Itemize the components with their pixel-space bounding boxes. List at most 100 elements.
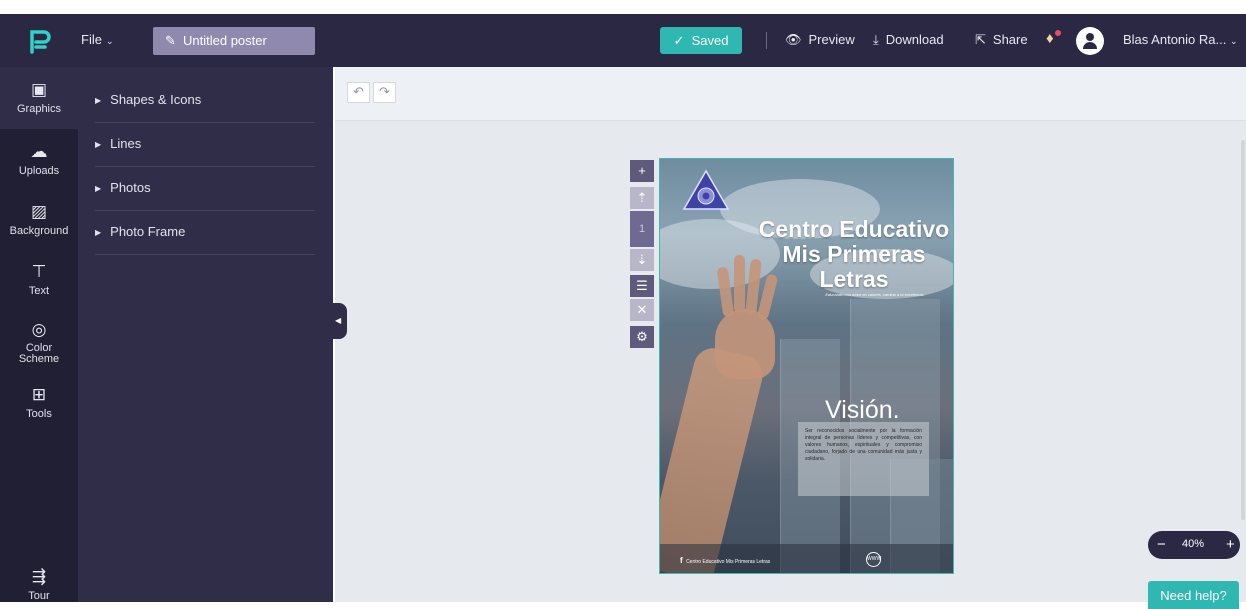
panel-item-shapes-icons[interactable]: ▶ Shapes & Icons [95, 79, 315, 123]
redo-icon: ↷ [379, 84, 390, 99]
redo-button[interactable]: ↷ [373, 82, 396, 103]
preview-button[interactable]: 👁 Preview [785, 32, 855, 48]
duplicate-icon: ☰ [636, 278, 648, 293]
nav-item-tools[interactable]: ⊞ Tools [0, 385, 78, 420]
check-icon: ✓ [673, 33, 685, 48]
nav-label: Background [9, 225, 69, 237]
share-icon: ⇱ [975, 32, 986, 47]
nav-item-background[interactable]: ▨ Background [0, 202, 78, 237]
poster-title[interactable]: Centro Educativo Mis Primeras Letras [756, 217, 952, 292]
signpost-icon: ⇶ [31, 567, 47, 586]
panel-item-photo-frame[interactable]: ▶ Photo Frame [95, 211, 315, 255]
facebook-icon: f [680, 556, 683, 565]
preview-label: Preview [808, 32, 855, 47]
page-number-label: 1 [638, 223, 646, 235]
nav-item-tour[interactable]: ⇶ Tour [0, 567, 78, 602]
page-settings-button[interactable]: ⚙ [630, 326, 654, 348]
caret-right-icon: ▶ [95, 96, 102, 105]
undo-button[interactable]: ↶ [347, 82, 370, 103]
saved-button[interactable]: ✓ Saved [660, 27, 742, 54]
nav-item-color-scheme[interactable]: ◎ Color Scheme [0, 320, 78, 365]
finger-shape [734, 255, 745, 313]
collapse-panel-handle[interactable]: ◀ [333, 303, 347, 339]
poster-footer-social-text: Centro Educativo Mis Primeras Letras [686, 559, 771, 565]
app-logo-icon[interactable] [29, 28, 51, 54]
page-number[interactable]: 1 [630, 211, 654, 247]
poster-tagline[interactable]: Educando con amor en valores, camino a l… [800, 292, 950, 297]
share-label: Share [992, 32, 1028, 47]
panel-item-photos[interactable]: ▶ Photos [95, 167, 315, 211]
zoom-level: 40% [1182, 538, 1205, 550]
share-button[interactable]: ⇱ Share [975, 32, 1028, 48]
caret-right-icon: ▶ [95, 228, 102, 237]
user-name: Blas Antonio Ra... [1123, 32, 1227, 47]
undo-icon: ↶ [353, 84, 364, 99]
saved-label: Saved [691, 33, 729, 48]
divider [766, 32, 767, 49]
download-button[interactable]: ⤓ Download [873, 32, 944, 48]
text-icon: ⊤ [31, 262, 47, 281]
nav-label: Tools [26, 408, 52, 420]
nav-item-graphics[interactable]: ▣ Graphics [0, 67, 78, 129]
zoom-in-button[interactable]: + [1226, 536, 1235, 553]
poster-vision-heading[interactable]: Visión. [825, 396, 900, 425]
arrow-up-icon: ⇡ [636, 190, 648, 205]
canvas-scrollbar[interactable] [1241, 140, 1245, 520]
poster-footer: f Centro Educativo Mis Primeras Letras W… [660, 544, 953, 573]
nav-item-text[interactable]: ⊤ Text [0, 262, 78, 297]
graphics-panel: ▶ Shapes & Icons ▶ Lines ▶ Photos ▶ Photo Fr… [78, 67, 333, 602]
nav-label: Color Scheme [18, 342, 60, 365]
need-help-label: Need help? [1160, 588, 1227, 603]
move-page-down-button[interactable]: ⇣ [630, 249, 654, 271]
need-help-button[interactable]: Need help? [1148, 581, 1239, 609]
add-page-button[interactable]: + [630, 160, 654, 182]
globe-icon[interactable]: WWW [866, 552, 881, 567]
panel-item-label: Shapes & Icons [110, 92, 202, 107]
download-icon: ⤓ [873, 32, 879, 47]
edit-toolbar: ↶ ↷ [335, 67, 1246, 121]
eye-icon: 👁 [785, 32, 802, 47]
caret-left-icon: ◀ [335, 316, 342, 325]
palette-icon: ◎ [31, 320, 47, 339]
plus-icon: + [638, 163, 646, 178]
globe-icon-label: WWW [867, 556, 882, 562]
nav-item-uploads[interactable]: ☁ Uploads [0, 142, 78, 177]
zoom-control: − 40% + [1148, 531, 1240, 559]
poster-vision-text[interactable]: Ser reconocidos socialmente por la forma… [798, 422, 929, 496]
panel-item-label: Photo Frame [110, 224, 186, 239]
nav-label: Text [28, 285, 50, 297]
top-bar: File ⌄ ✎ Untitled poster ✓ Saved 👁 Preview… [0, 14, 1246, 67]
poster-canvas[interactable]: Centro Educativo Mis Primeras Letras Edu… [659, 158, 954, 574]
notification-bell-icon[interactable]: ♦ [1046, 30, 1054, 47]
hand-shape [715, 309, 775, 379]
avatar-body [1083, 42, 1097, 49]
notification-dot [1055, 30, 1061, 36]
file-menu[interactable]: File ⌄ [81, 32, 114, 47]
arrow-down-icon: ⇣ [636, 252, 648, 267]
user-menu[interactable]: Blas Antonio Ra... ⌄ [1123, 32, 1238, 47]
left-nav: ▣ Graphics ☁ Uploads ▨ Background ⊤ Text… [0, 67, 78, 602]
close-icon: ✕ [636, 302, 648, 317]
file-menu-label: File [81, 32, 102, 47]
move-page-up-button[interactable]: ⇡ [630, 187, 654, 209]
cloud-upload-icon: ☁ [30, 142, 48, 161]
download-label: Download [885, 32, 944, 47]
toolbox-icon: ⊞ [31, 385, 47, 404]
caret-right-icon: ▶ [95, 140, 102, 149]
image-icon: ▣ [30, 80, 48, 99]
chevron-down-icon: ⌄ [1229, 36, 1238, 46]
delete-page-button[interactable]: ✕ [630, 299, 654, 321]
chevron-down-icon: ⌄ [105, 36, 114, 46]
avatar-head [1086, 33, 1094, 41]
pattern-icon: ▨ [30, 202, 48, 221]
poster-footer-social[interactable]: f Centro Educativo Mis Primeras Letras [680, 556, 770, 565]
poster-title-input[interactable]: ✎ Untitled poster [153, 27, 315, 55]
nav-label: Graphics [16, 103, 62, 115]
panel-item-label: Lines [110, 136, 142, 151]
zoom-out-button[interactable]: − [1157, 536, 1166, 553]
panel-item-lines[interactable]: ▶ Lines [95, 123, 315, 167]
duplicate-page-button[interactable]: ☰ [630, 275, 654, 297]
user-avatar[interactable] [1076, 27, 1104, 55]
nav-label: Tour [28, 590, 50, 602]
school-logo-icon [682, 169, 730, 210]
